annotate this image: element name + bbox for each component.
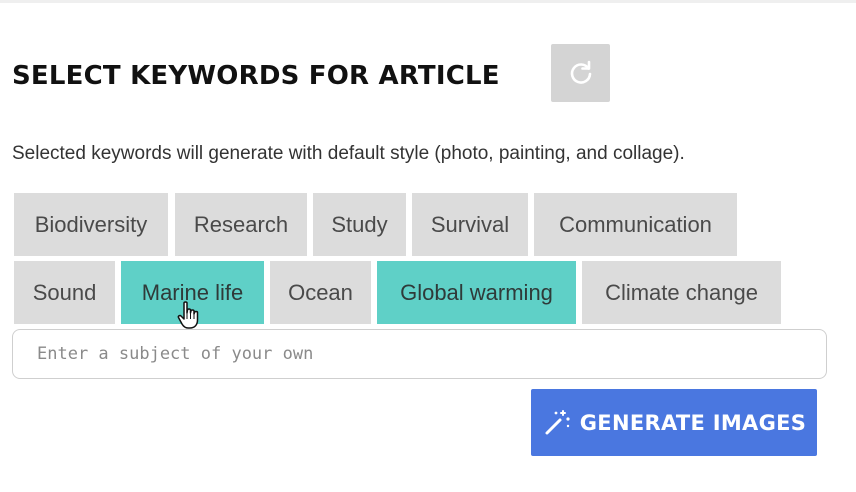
keyword-chip-marine-life[interactable]: Marine life: [121, 261, 264, 324]
keyword-chip-label: Study: [331, 211, 388, 237]
refresh-button[interactable]: [551, 44, 610, 102]
keyword-chip-study[interactable]: Study: [313, 193, 406, 256]
keyword-chip-research[interactable]: Research: [175, 193, 307, 256]
keyword-selector-page: SELECT KEYWORDS FOR ARTICLE Selected key…: [0, 0, 856, 492]
keyword-chip-label: Biodiversity: [34, 211, 148, 237]
keyword-chip-label: Sound: [32, 279, 97, 305]
keyword-chip-label: Climate change: [605, 279, 758, 305]
keyword-chip-communication[interactable]: Communication: [534, 193, 737, 256]
keyword-chip-label: Marine life: [141, 279, 244, 305]
keyword-chip-label: Ocean: [288, 279, 353, 305]
generate-images-label: GENERATE IMAGES: [579, 410, 807, 435]
keyword-chip-survival[interactable]: Survival: [412, 193, 528, 256]
keywords-description: Selected keywords will generate with def…: [12, 143, 685, 164]
generate-images-button[interactable]: GENERATE IMAGES: [531, 389, 817, 456]
top-divider: [0, 0, 856, 3]
keyword-chip-sound[interactable]: Sound: [14, 261, 115, 324]
keyword-chip-label: Research: [193, 211, 289, 237]
keyword-chip-global-warming[interactable]: Global warming: [377, 261, 576, 324]
subject-input[interactable]: [12, 329, 827, 379]
keyword-chip-ocean[interactable]: Ocean: [270, 261, 371, 324]
refresh-icon: [570, 60, 591, 84]
keyword-chip-climate-change[interactable]: Climate change: [582, 261, 781, 324]
keyword-chip-label: Survival: [430, 211, 510, 237]
magic-wand-icon: [545, 409, 570, 434]
page-title: SELECT KEYWORDS FOR ARTICLE: [12, 61, 500, 91]
keyword-chip-label: Communication: [559, 211, 712, 237]
keyword-chip-label: Global warming: [400, 279, 553, 305]
keyword-chip-biodiversity[interactable]: Biodiversity: [14, 193, 168, 256]
